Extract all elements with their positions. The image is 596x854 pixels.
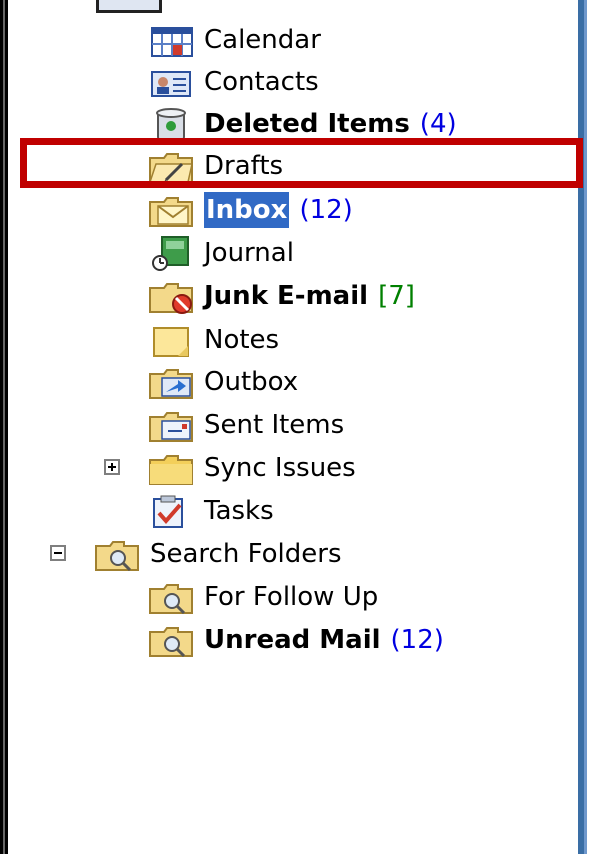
folder-label: Calendar (204, 25, 321, 55)
folder-item-outbox[interactable]: Outbox (148, 362, 298, 402)
folder-item-sent-items[interactable]: Sent Items (148, 405, 344, 445)
expand-sync-issues-button[interactable] (104, 459, 120, 475)
folder-item-for-follow-up[interactable]: For Follow Up (148, 577, 378, 617)
folder-item-unread-mail[interactable]: Unread Mail (12) (148, 620, 444, 660)
tasks-icon (148, 493, 194, 529)
deleted-items-clip: Deleted Items (4) (0, 94, 578, 140)
unread-count: (4) (419, 109, 457, 139)
outbox-icon (148, 364, 194, 400)
sent-items-icon (148, 407, 194, 443)
folder-label: Junk E-mail (204, 281, 369, 311)
collapse-search-folders-button[interactable] (50, 545, 66, 561)
folder-label: Tasks (204, 496, 274, 526)
folder-label: Journal (204, 238, 294, 268)
item-count: [7] (378, 281, 415, 311)
folder-item-deleted-items[interactable]: Deleted Items (4) (148, 104, 457, 140)
folder-label: Unread Mail (204, 625, 381, 655)
drafts-highlight-box (20, 138, 583, 188)
pane-right-border (578, 0, 587, 854)
folder-label: Outbox (204, 367, 299, 397)
folder-item-junk-email[interactable]: Junk E-mail [7] (148, 276, 415, 316)
deleted-items-icon (148, 106, 194, 140)
folder-label: Deleted Items (204, 109, 410, 139)
folder-item-search-folders[interactable]: Search Folders (94, 534, 341, 574)
unread-count: (12) (299, 195, 353, 225)
unread-count: (12) (390, 625, 444, 655)
folder-tree: Calendar Contacts Deleted Items (4) Draf… (0, 0, 583, 854)
search-folder-icon (148, 622, 194, 658)
journal-icon (148, 235, 194, 271)
folder-item-tasks[interactable]: Tasks (148, 491, 274, 531)
folder-label: Sync Issues (204, 453, 356, 483)
folder-label-selected: Inbox (204, 192, 290, 228)
folder-label: For Follow Up (204, 582, 379, 612)
folder-label: Search Folders (150, 539, 342, 569)
folder-label: Sent Items (204, 410, 345, 440)
folder-item-sync-issues[interactable]: Sync Issues (148, 448, 356, 488)
folder-icon (148, 450, 194, 486)
inbox-icon (148, 192, 194, 228)
folder-item-notes[interactable]: Notes (148, 320, 279, 360)
notes-icon (148, 322, 194, 358)
folder-item-calendar[interactable]: Calendar (148, 20, 321, 60)
folder-label: Notes (204, 325, 280, 355)
folder-item-inbox[interactable]: Inbox (12) (148, 190, 353, 230)
folder-item-journal[interactable]: Journal (148, 233, 294, 273)
junk-icon (148, 278, 194, 314)
calendar-icon (148, 22, 194, 58)
search-folder-icon (148, 579, 194, 615)
search-folder-icon (94, 536, 140, 572)
